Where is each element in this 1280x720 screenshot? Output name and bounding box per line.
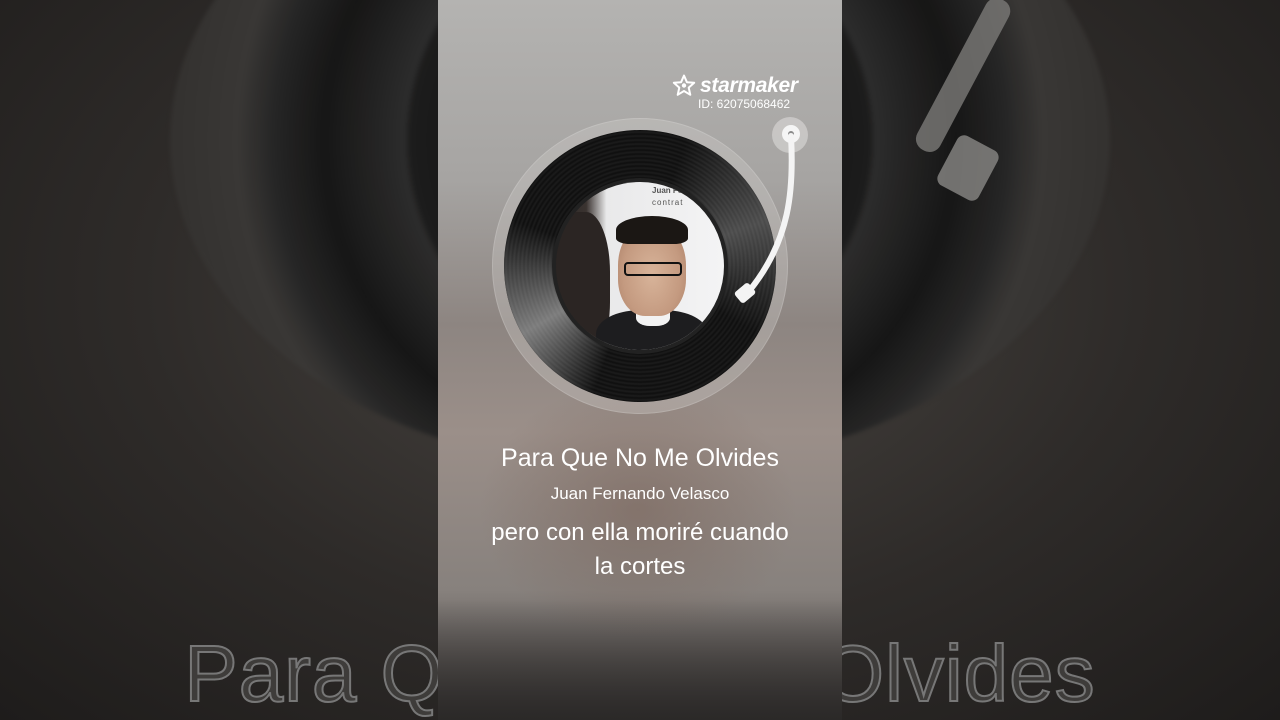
brand-name: starmaker — [700, 74, 798, 97]
lyric-line: la cortes — [594, 553, 686, 580]
lyric-line: pero con ella moriré cuando — [491, 519, 789, 546]
starmaker-star-icon — [672, 74, 696, 96]
starmaker-logo: starmaker — [672, 74, 798, 98]
album-cover: Juan Ferna contrat — [556, 182, 724, 350]
cover-artist-text: Juan Ferna — [652, 186, 695, 195]
user-id-label: ID: 62075068462 — [698, 97, 791, 111]
lyrics: pero con ella moriré cuando la cortes — [458, 516, 822, 584]
cover-glasses — [624, 262, 682, 276]
vinyl-record: Juan Ferna contrat — [504, 130, 776, 402]
player-panel: starmaker ID: 62075068462 Juan Ferna con… — [438, 0, 842, 720]
artist-name: Juan Fernando Velasco — [550, 484, 730, 503]
cover-album-text: contrat — [652, 198, 684, 207]
song-title: Para Que No Me Olvides — [501, 444, 779, 472]
